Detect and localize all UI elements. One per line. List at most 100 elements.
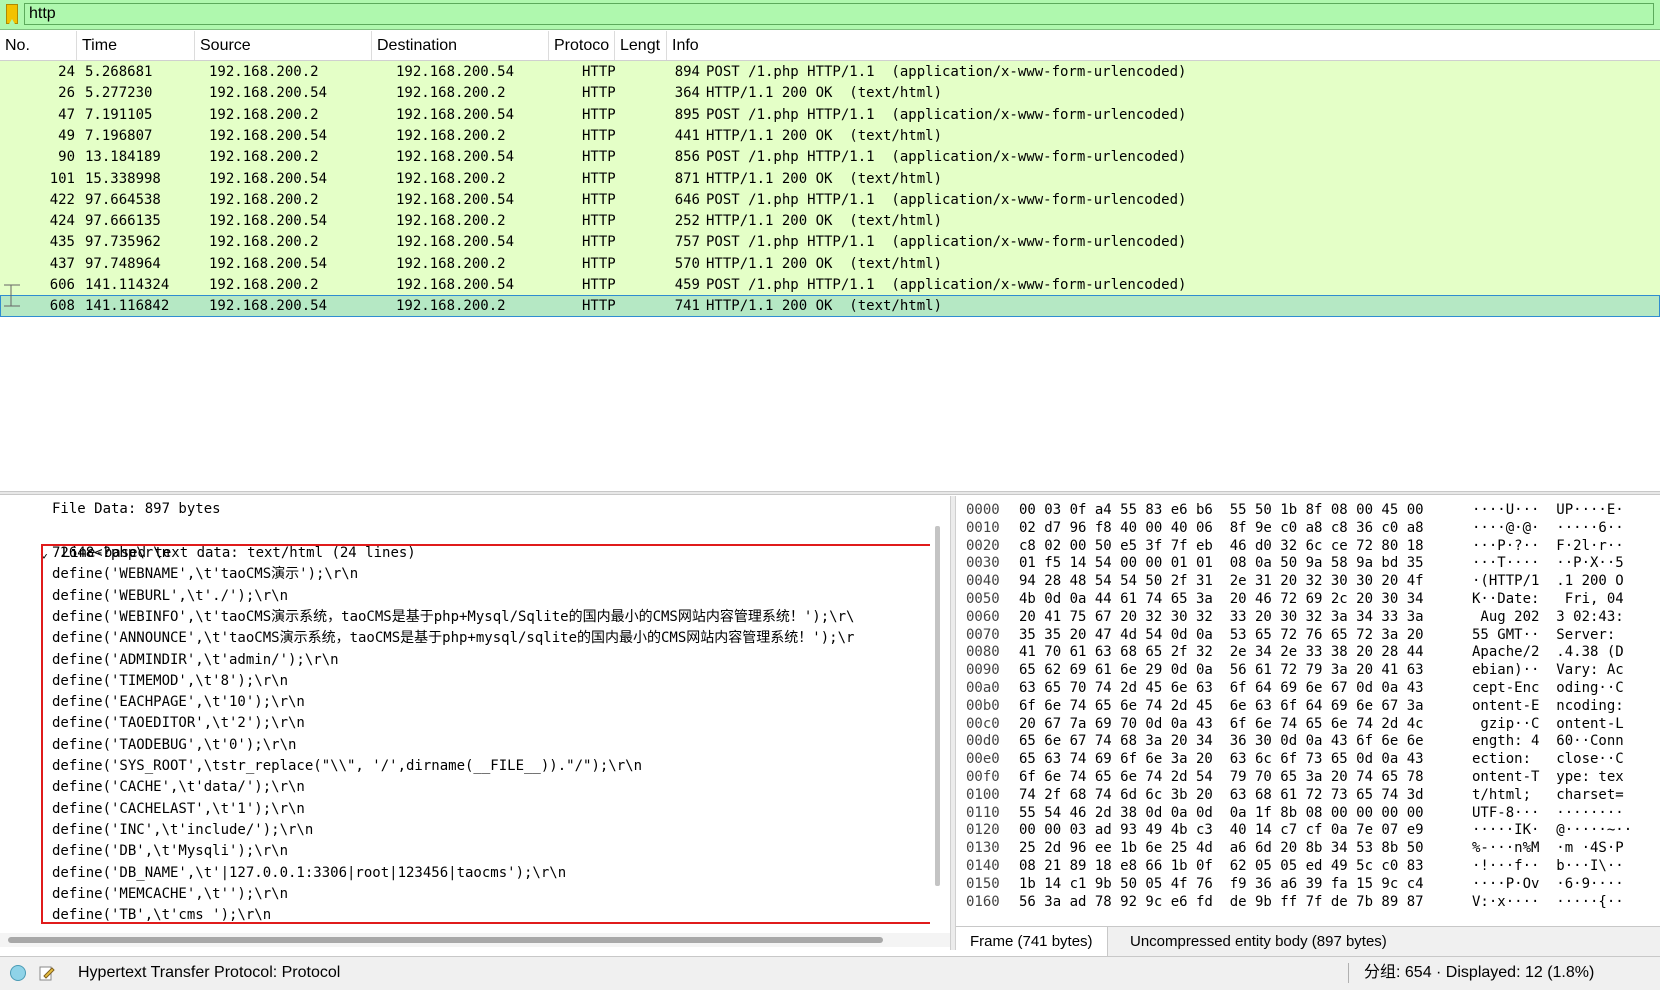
scrollbar-thumb[interactable] [8, 937, 883, 943]
text-line[interactable]: define('DB',\t'Mysqli');\r\n [52, 840, 288, 862]
bytes-row[interactable]: 0120 00 00 03 ad 93 49 4b c3 40 14 c7 cf … [956, 821, 1660, 840]
horizontal-scrollbar[interactable] [0, 933, 950, 947]
table-row[interactable]: 437 97.748964 192.168.200.54 192.168.200.2 H… [0, 252, 1660, 275]
bytes-row[interactable]: 0000 00 03 0f a4 55 83 e6 b6 55 50 1b 8f … [956, 501, 1660, 520]
cell-length: 646 [674, 191, 700, 208]
bytes-row[interactable]: 0130 25 2d 96 ee 1b 6e 25 4d a6 6d 20 8b … [956, 839, 1660, 858]
text-line[interactable]: define('TAODEBUG',\t'0');\r\n [52, 734, 296, 756]
column-header-time[interactable]: Time [77, 31, 195, 60]
text-line[interactable]: define('TIMEMOD',\t'8');\r\n [52, 670, 288, 692]
display-filter-bar [0, 0, 1660, 30]
byte-offset: 0040 [966, 573, 1000, 590]
bytes-row[interactable]: 0050 4b 0d 0a 44 61 74 65 3a 20 46 72 69 … [956, 590, 1660, 609]
request-arrow-icon [2, 274, 22, 296]
table-row[interactable]: 435 97.735962 192.168.200.2 192.168.200.54 H… [0, 231, 1660, 254]
tab-frame-bytes[interactable]: Frame (741 bytes) [956, 927, 1108, 956]
text-line[interactable]: define('WEBINFO',\t'taoCMS演示系统，taoCMS是基于… [52, 606, 854, 628]
bytes-row[interactable]: 0060 20 41 75 67 20 32 30 32 33 20 30 32 … [956, 608, 1660, 627]
text-line[interactable]: 72648<?php\r\n [52, 542, 170, 564]
text-line[interactable]: define('EACHPAGE',\t'10');\r\n [52, 691, 305, 713]
byte-hex: 25 2d 96 ee 1b 6e 25 4d a6 6d 20 8b 34 5… [1019, 840, 1424, 857]
byte-ascii: cept-Enc oding··C [1472, 680, 1624, 696]
bytes-row[interactable]: 00f0 6f 6e 74 65 6e 74 2d 54 79 70 65 3a … [956, 768, 1660, 787]
cell-length: 441 [674, 127, 700, 144]
bytes-row[interactable]: 0080 41 70 61 63 68 65 2f 32 2e 34 2e 33 … [956, 643, 1660, 662]
byte-hex: 65 63 74 69 6f 6e 3a 20 63 6c 6f 73 65 0… [1019, 751, 1424, 768]
bytes-row[interactable]: 00d0 65 6e 67 74 68 3a 20 34 36 30 0d 0a … [956, 732, 1660, 751]
byte-hex: 02 d7 96 f8 40 00 40 06 8f 9e c0 a8 c8 3… [1019, 519, 1424, 536]
column-header-source[interactable]: Source [195, 31, 372, 60]
column-header-length[interactable]: Lengt [615, 31, 667, 60]
bookmark-icon[interactable] [6, 4, 18, 24]
column-header-protocol[interactable]: Protoco [549, 31, 615, 60]
text-line[interactable]: define('CACHELAST',\t'1');\r\n [52, 798, 305, 820]
table-row[interactable]: 424 97.666135 192.168.200.54 192.168.200.2 H… [0, 210, 1660, 233]
column-header-info[interactable]: Info [667, 31, 1660, 60]
text-line[interactable]: define('WEBNAME',\t'taoCMS演示');\r\n [52, 563, 358, 585]
table-row[interactable]: 49 7.196807 192.168.200.54 192.168.200.2 HTT… [0, 124, 1660, 147]
byte-offset: 0120 [966, 822, 1000, 839]
bytes-row[interactable]: 0160 56 3a ad 78 92 9c e6 fd de 9b ff 7f … [956, 893, 1660, 912]
text-line[interactable]: define('WEBURL',\t'./');\r\n [52, 585, 288, 607]
cell-info: POST /1.php HTTP/1.1 (application/x-www-… [706, 191, 1187, 208]
tree-item-line-based-text[interactable]: ⌄ Line-based text data: text/html (24 lin… [6, 520, 416, 561]
text-line[interactable]: define('ANNOUNCE',\t'taoCMS演示系统，taoCMS是基… [52, 627, 854, 649]
byte-offset: 0130 [966, 840, 1000, 857]
tab-uncompressed-entity[interactable]: Uncompressed entity body (897 bytes) [1116, 927, 1401, 956]
byte-offset: 0060 [966, 608, 1000, 625]
display-filter-input[interactable] [24, 3, 1654, 25]
table-row[interactable]: 608 141.116842 192.168.200.54 192.168.200.2… [0, 295, 1660, 318]
byte-ascii: ection: close··C [1472, 751, 1624, 768]
cell-info: HTTP/1.1 200 OK (text/html) [706, 255, 943, 272]
column-header-destination[interactable]: Destination [372, 31, 549, 60]
table-row[interactable]: 101 15.338998 192.168.200.54 192.168.200.2 H… [0, 167, 1660, 190]
bytes-row[interactable]: 0100 74 2f 68 74 6d 6c 3b 20 63 68 61 72 … [956, 786, 1660, 805]
bytes-row[interactable]: 0010 02 d7 96 f8 40 00 40 06 8f 9e c0 a8 … [956, 519, 1660, 538]
pane-splitter[interactable] [0, 491, 1660, 495]
bytes-row[interactable]: 00b0 6f 6e 74 65 6e 74 2d 45 6e 63 6f 64 … [956, 697, 1660, 716]
table-row[interactable]: 422 97.664538 192.168.200.2 192.168.200.54 H… [0, 188, 1660, 211]
byte-hex: 56 3a ad 78 92 9c e6 fd de 9b ff 7f de 7… [1019, 893, 1424, 910]
table-row[interactable]: 90 13.184189 192.168.200.2 192.168.200.54 HT… [0, 146, 1660, 169]
byte-offset: 0080 [966, 644, 1000, 661]
table-row[interactable]: 26 5.277230 192.168.200.54 192.168.200.2 HTT… [0, 82, 1660, 105]
bytes-row[interactable]: 0090 65 62 69 61 6e 29 0d 0a 56 61 72 79 … [956, 661, 1660, 680]
text-line[interactable]: define('SYS_ROOT',\tstr_replace("\\", '/… [52, 755, 642, 777]
bytes-row[interactable]: 0150 1b 14 c1 9b 50 05 4f 76 f9 36 a6 39 … [956, 875, 1660, 894]
bytes-row[interactable]: 0070 35 35 20 47 4d 54 0d 0a 53 65 72 76 … [956, 626, 1660, 645]
cell-info: HTTP/1.1 200 OK (text/html) [706, 127, 943, 144]
table-row[interactable]: 606 141.114324 192.168.200.2 192.168.200.54… [0, 274, 1660, 296]
expert-info-icon[interactable] [10, 965, 26, 981]
packet-bytes-pane: 0000 00 03 0f a4 55 83 e6 b6 55 50 1b 8f … [956, 496, 1660, 926]
text-line[interactable]: define('CACHE',\t'data/');\r\n [52, 776, 305, 798]
table-row[interactable]: 24 5.268681 192.168.200.2 192.168.200.54 HTT… [0, 61, 1660, 83]
text-line[interactable]: define('TB',\t'cms_');\r\n [52, 904, 271, 926]
byte-hex: 63 65 70 74 2d 45 6e 63 6f 64 69 6e 67 0… [1019, 680, 1424, 696]
bytes-row[interactable]: 00a0 63 65 70 74 2d 45 6e 63 6f 64 69 6e … [956, 679, 1660, 698]
cell-length: 459 [674, 277, 700, 293]
bytes-row[interactable]: 0140 08 21 89 18 e8 66 1b 0f 62 05 05 ed … [956, 857, 1660, 876]
byte-offset: 0050 [966, 591, 1000, 607]
column-header-no[interactable]: No. [0, 31, 77, 60]
byte-hex: 00 03 0f a4 55 83 e6 b6 55 50 1b 8f 08 0… [1019, 502, 1424, 518]
bytes-row[interactable]: 0110 55 54 46 2d 38 0d 0a 0d 0a 1f 8b 08 … [956, 804, 1660, 823]
text-line[interactable]: define('TAOEDITOR',\t'2');\r\n [52, 712, 305, 734]
bytes-row[interactable]: 00e0 65 63 74 69 6f 6e 3a 20 63 6c 6f 73 … [956, 750, 1660, 769]
edit-comment-icon[interactable] [38, 964, 56, 982]
byte-hex: c8 02 00 50 e5 3f 7f eb 46 d0 32 6c ce 7… [1019, 537, 1424, 554]
bytes-row[interactable]: 0020 c8 02 00 50 e5 3f 7f eb 46 d0 32 6c … [956, 537, 1660, 556]
text-line[interactable]: define('ADMINDIR',\t'admin/');\r\n [52, 649, 339, 671]
tree-item-file-data[interactable]: File Data: 897 bytes [52, 498, 221, 520]
bytes-row[interactable]: 0040 94 28 48 54 54 50 2f 31 2e 31 20 32 … [956, 572, 1660, 591]
cell-length: 757 [674, 234, 700, 251]
byte-ascii: ···T···· ··P·X··5 [1472, 555, 1624, 572]
text-line[interactable]: define('DB_NAME',\t'|127.0.0.1:3306|root… [52, 862, 566, 884]
cell-info: HTTP/1.1 200 OK (text/html) [706, 213, 943, 230]
table-row[interactable]: 47 7.191105 192.168.200.2 192.168.200.54 HTT… [0, 103, 1660, 126]
bytes-row[interactable]: 00c0 20 67 7a 69 70 0d 0a 43 6f 6e 74 65 … [956, 715, 1660, 734]
bytes-row[interactable]: 0030 01 f5 14 54 00 00 01 01 08 0a 50 9a … [956, 554, 1660, 573]
text-line[interactable]: define('MEMCACHE',\t'');\r\n [52, 883, 288, 905]
text-line[interactable]: define('INC',\t'include/');\r\n [52, 819, 313, 841]
scrollbar-thumb[interactable] [935, 526, 940, 886]
vertical-scrollbar[interactable] [930, 496, 946, 933]
